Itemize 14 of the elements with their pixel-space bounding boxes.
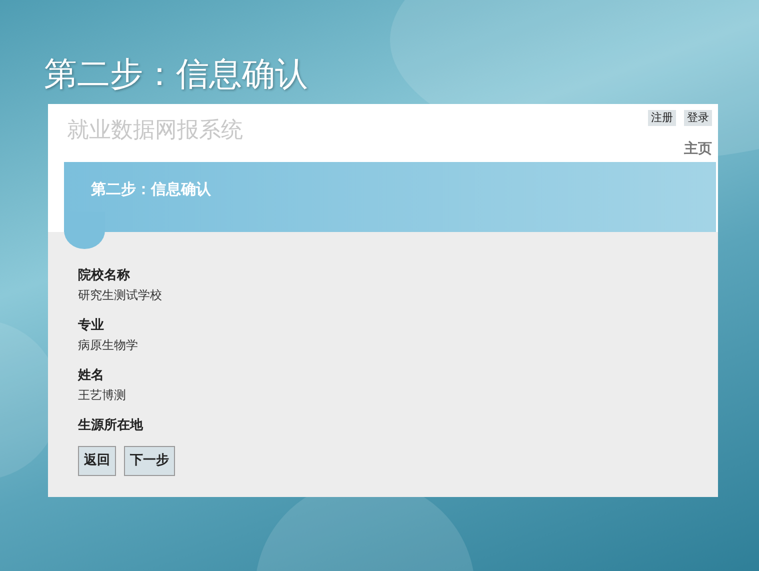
field-label: 生源所在地	[78, 417, 144, 435]
action-button[interactable]: 返回	[78, 446, 116, 476]
field-label: 专业	[78, 317, 105, 335]
field-value: 病原生物学	[78, 337, 139, 354]
header-link[interactable]: 登录	[684, 110, 712, 126]
header-link[interactable]: 注册	[648, 110, 676, 126]
banner-title: 第二步：信息确认	[90, 179, 212, 198]
action-button[interactable]: 下一步	[124, 446, 175, 476]
field-value: 研究生测试学校	[78, 287, 163, 304]
field-value: 王艺博测	[78, 387, 127, 404]
field-label: 院校名称	[78, 266, 131, 285]
field-label: 姓名	[78, 367, 105, 385]
nav-link[interactable]: 主页	[684, 139, 712, 160]
slide-title: 第二步：信息确认	[43, 53, 309, 95]
